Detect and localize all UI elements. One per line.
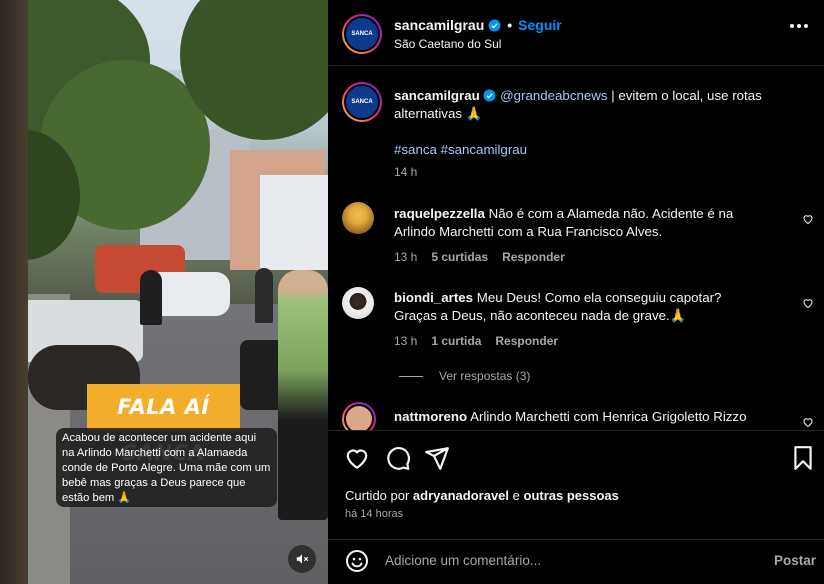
author-avatar[interactable]: SANCA [342,14,382,54]
verified-badge-icon [488,19,501,31]
photo-officer [278,270,328,520]
commenter-avatar[interactable] [342,202,374,234]
comment-meta: 13 h 5 curtidas Responder [394,250,565,264]
comment-username[interactable]: raquelpezzella [394,206,485,221]
heart-icon[interactable] [344,445,370,471]
hashtag-links[interactable]: #sanca #sancamilgrau [394,142,527,157]
caption-mention[interactable]: @grandeabcnews [500,88,607,103]
comment-username[interactable]: biondi_artes [394,290,473,305]
post-actions: Curtido por adryanadoravel e outras pess… [328,430,824,530]
commenter-avatar[interactable] [342,287,374,319]
caption-time: 14 h [394,165,418,179]
overlay-caption: Acabou de acontecer um acidente aqui na … [56,428,277,507]
replies-divider [399,375,423,377]
comment-time: 13 h [394,334,418,348]
bookmark-icon[interactable] [790,445,816,471]
view-replies-button[interactable]: Ver respostas (3) [399,369,530,383]
overlay-title: FALA AÍ SANCA [87,384,240,465]
photo-pedestrian [140,270,162,325]
comment-line: Não é com a Alameda não. Acidente é na [484,206,734,221]
liked-by-others[interactable]: outras pessoas [524,488,619,503]
caption-username[interactable]: sancamilgrau [394,88,480,103]
emoji-icon[interactable] [345,549,369,573]
post-header: SANCA sancamilgrau • Seguir São Caetano … [328,0,824,66]
share-icon[interactable] [424,445,450,471]
comment-likes[interactable]: 1 curtida [431,334,481,348]
comment-line: Arlindo Marchetti com a Rua Francisco Al… [394,224,663,239]
caption-author-avatar[interactable]: SANCA [342,82,382,122]
comment-line: Arlindo Marchetti com Henrica Grigoletto… [467,409,747,424]
photo-tree-trunk [0,0,28,584]
reply-button[interactable]: Responder [495,334,558,348]
commenter-avatar[interactable] [342,402,376,430]
liked-by-summary: Curtido por adryanadoravel e outras pess… [345,488,619,503]
comment-text: nattmoreno Arlindo Marchetti com Henrica… [394,408,794,426]
author-row: sancamilgrau • Seguir [394,17,562,33]
like-comment-heart-icon[interactable] [802,416,814,428]
liked-by-user[interactable]: adryanadoravel [413,488,509,503]
speaker-muted-icon [296,554,309,564]
comment-line: Graças a Deus, não aconteceu nada de gra… [394,308,687,323]
caption-text: sancamilgrau @grandeabcnews | evitem o l… [394,87,814,123]
comment-time: 13 h [394,250,418,264]
post-media[interactable]: FALA AÍ SANCA Acabou de acontecer um aci… [0,0,328,584]
more-options-button[interactable] [790,24,808,28]
author-username[interactable]: sancamilgrau [394,17,484,33]
view-replies-label: Ver respostas (3) [439,369,531,383]
caption-line-2: alternativas 🙏 [394,106,483,121]
like-comment-heart-icon[interactable] [802,297,814,309]
liked-by-prefix: Curtido por [345,488,413,503]
comment-likes[interactable]: 5 curtidas [431,250,488,264]
comment-icon[interactable] [385,445,411,471]
caption-hashtags: #sanca #sancamilgrau [394,141,527,159]
liked-by-middle: e [509,488,524,503]
post-side-panel: SANCA sancamilgrau • Seguir São Caetano … [328,0,824,584]
add-comment-bar: Postar [328,539,824,584]
comment-text: biondi_artes Meu Deus! Como ela consegui… [394,289,794,325]
reply-button[interactable]: Responder [502,250,565,264]
comments-list[interactable]: SANCA sancamilgrau @grandeabcnews | evit… [328,67,824,430]
header-separator: • [507,17,513,33]
comment-text: raquelpezzella Não é com a Alameda não. … [394,205,794,241]
like-comment-heart-icon[interactable] [802,213,814,225]
avatar-image: SANCA [344,16,380,52]
photo-building [260,175,328,270]
post-comment-button[interactable]: Postar [774,553,816,568]
comment-input[interactable] [385,553,745,568]
post-timestamp[interactable]: há 14 horas [345,508,403,520]
comment-meta: 13 h 1 curtida Responder [394,334,558,348]
caption-line-1: | evitem o local, use rotas [607,88,762,103]
verified-badge-icon [483,89,496,102]
mute-button[interactable] [288,545,316,573]
comment-username[interactable]: nattmoreno [394,409,467,424]
post-location[interactable]: São Caetano do Sul [394,37,501,51]
photo-pedestrian [255,268,273,323]
more-horizontal-icon [790,24,794,28]
comment-line: Meu Deus! Como ela conseguiu capotar? [473,290,722,305]
follow-button[interactable]: Seguir [518,17,562,33]
